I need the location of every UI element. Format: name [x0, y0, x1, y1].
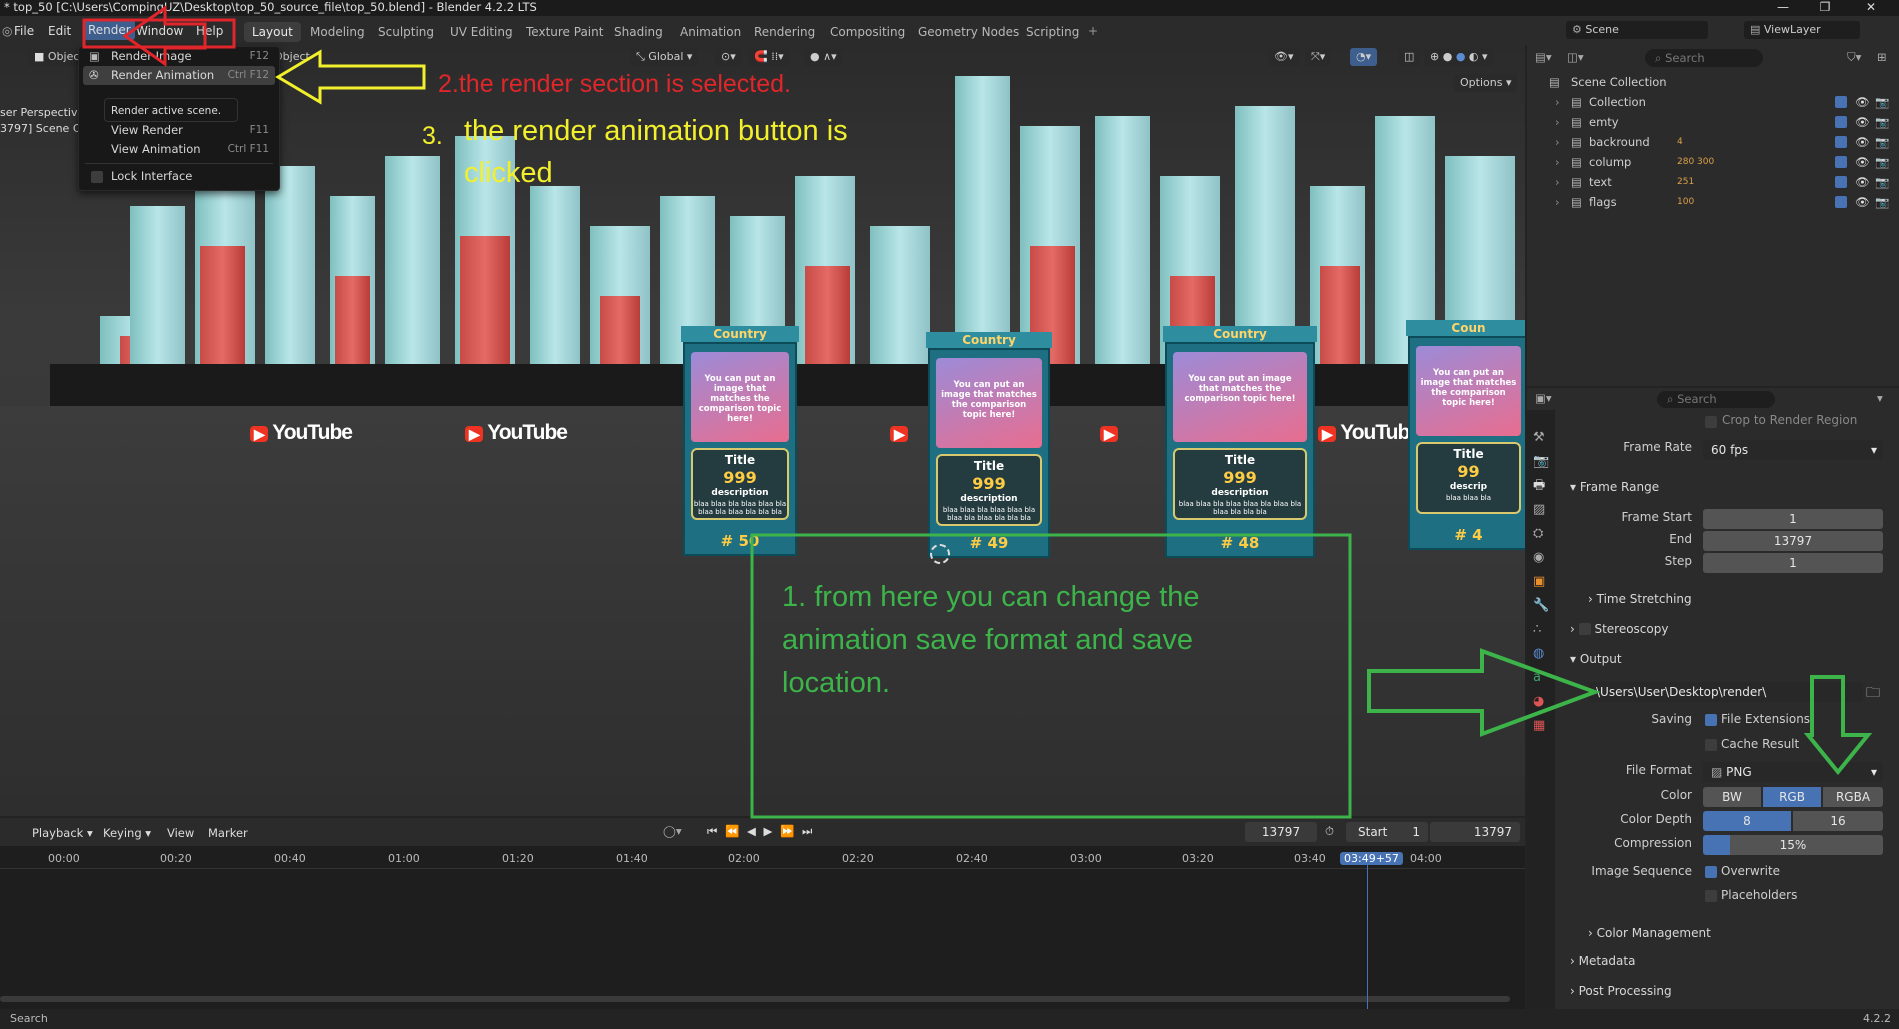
annotation-step-1: 1. from here you can change the animatio… [782, 581, 1200, 699]
yellow-arrow-icon [275, 49, 426, 105]
red-highlight-box [82, 18, 236, 49]
annotation-layer [82, 5, 1873, 819]
red-arrow-icon [122, 5, 207, 67]
annotation-step-2: 2.the render section is selected. [438, 70, 791, 98]
annotation-step-3-number: 3. [422, 122, 443, 150]
green-arrow-down-icon [1803, 675, 1873, 776]
annotation-step-3: the render animation button is clicked [464, 115, 848, 189]
green-arrow-right-icon [1367, 648, 1601, 737]
